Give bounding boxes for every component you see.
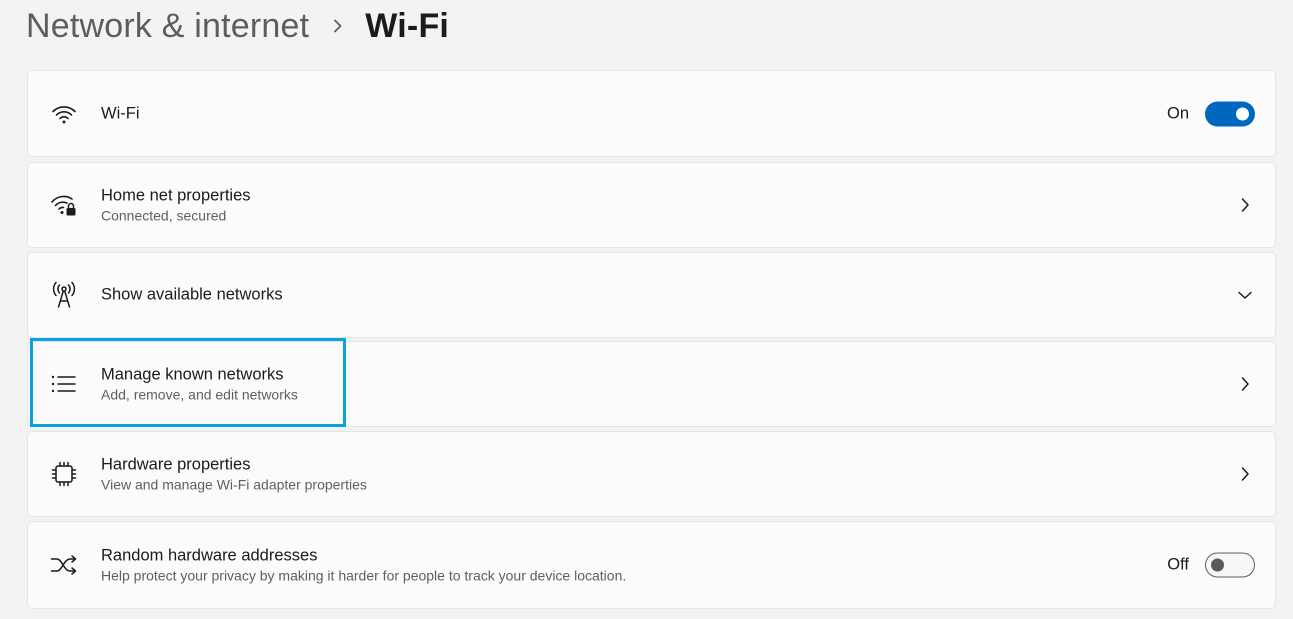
home-net-title: Home net properties	[101, 186, 251, 205]
chevron-right-icon	[1237, 376, 1253, 392]
random-addresses-title: Random hardware addresses	[101, 546, 318, 565]
breadcrumb-separator-icon	[333, 19, 343, 33]
breadcrumb-parent-link[interactable]: Network & internet	[26, 7, 309, 46]
chevron-down-icon	[1237, 287, 1253, 303]
page-title: Wi-Fi	[365, 6, 450, 45]
home-net-properties-row[interactable]: Home net properties Connected, secured	[27, 162, 1276, 248]
random-addresses-state-label: Off	[1167, 555, 1189, 574]
breadcrumb: Network & internet Wi-Fi	[26, 4, 449, 48]
shuffle-icon	[50, 551, 78, 579]
antenna-icon	[50, 281, 78, 309]
toggle-knob	[1211, 558, 1224, 571]
show-networks-title: Show available networks	[101, 285, 283, 304]
hardware-title: Hardware properties	[101, 455, 251, 474]
show-available-networks-row[interactable]: Show available networks	[27, 252, 1276, 338]
chip-icon	[50, 460, 78, 488]
manage-networks-title: Manage known networks	[101, 365, 284, 384]
random-addresses-toggle-switch[interactable]	[1205, 552, 1255, 578]
wifi-toggle-row: Wi-Fi On	[27, 70, 1276, 157]
wifi-lock-icon	[50, 191, 78, 219]
home-net-subtitle: Connected, secured	[101, 207, 227, 224]
wifi-toggle-switch[interactable]	[1205, 101, 1255, 126]
chevron-right-icon	[1237, 466, 1253, 482]
manage-networks-subtitle: Add, remove, and edit networks	[101, 386, 298, 403]
hardware-subtitle: View and manage Wi-Fi adapter properties	[101, 476, 367, 493]
chevron-right-icon	[1237, 197, 1253, 213]
hardware-properties-row[interactable]: Hardware properties View and manage Wi-F…	[27, 431, 1276, 517]
manage-known-networks-row[interactable]: Manage known networks Add, remove, and e…	[27, 341, 1276, 427]
random-hardware-addresses-row: Random hardware addresses Help protect y…	[27, 521, 1276, 609]
toggle-knob	[1236, 107, 1249, 120]
random-addresses-subtitle: Help protect your privacy by making it h…	[101, 567, 627, 584]
wifi-state-label: On	[1166, 104, 1189, 122]
wifi-title: Wi-Fi	[101, 104, 140, 122]
list-icon	[50, 370, 78, 398]
wifi-icon	[50, 100, 78, 128]
